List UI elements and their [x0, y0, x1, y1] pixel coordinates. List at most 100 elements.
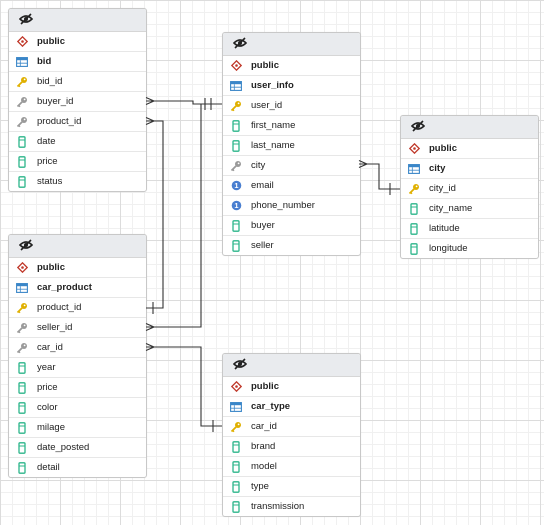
column-row[interactable]: seller — [223, 236, 360, 255]
svg-text:1: 1 — [234, 181, 238, 190]
column-row[interactable]: car_id — [223, 417, 360, 437]
hide-table-button[interactable] — [14, 237, 38, 255]
column-name: product_id — [37, 302, 82, 313]
column-row[interactable]: buyer — [223, 216, 360, 236]
table-icon — [230, 401, 242, 413]
eye-slash-icon — [232, 357, 248, 373]
schema-icon — [16, 36, 28, 48]
table-name-row: user_info — [223, 76, 360, 96]
column-row[interactable]: buyer_id — [9, 92, 146, 112]
column-icon — [16, 421, 28, 434]
column-row[interactable]: longitude — [401, 239, 538, 258]
foreign-key-icon — [16, 116, 28, 128]
schema-row: public — [223, 56, 360, 76]
column-name: bid_id — [37, 76, 63, 87]
column-row[interactable]: date — [9, 132, 146, 152]
hide-table-button[interactable] — [228, 35, 252, 53]
hide-table-button[interactable] — [14, 11, 38, 29]
column-name: phone_number — [251, 200, 315, 211]
column-row[interactable]: color — [9, 398, 146, 418]
schema-name: public — [429, 143, 457, 154]
column-icon — [16, 401, 28, 414]
primary-key-icon — [408, 183, 420, 195]
column-name: car_id — [37, 342, 63, 353]
column-row[interactable]: brand — [223, 437, 360, 457]
column-row[interactable]: city_name — [401, 199, 538, 219]
primary-key-icon — [16, 76, 28, 88]
column-name: color — [37, 402, 58, 413]
table-name-row: city — [401, 159, 538, 179]
column-row[interactable]: milage — [9, 418, 146, 438]
table-name-row: bid — [9, 52, 146, 72]
column-row[interactable]: model — [223, 457, 360, 477]
column-name: status — [37, 176, 63, 187]
column-row[interactable]: car_id — [9, 338, 146, 358]
column-row[interactable]: date_posted — [9, 438, 146, 458]
table-name: user_info — [251, 80, 294, 91]
table-name-row: car_type — [223, 397, 360, 417]
column-name: car_id — [251, 421, 277, 432]
column-row[interactable]: first_name — [223, 116, 360, 136]
column-row[interactable]: 1 phone_number — [223, 196, 360, 216]
column-row[interactable]: price — [9, 152, 146, 172]
hide-table-button[interactable] — [406, 118, 430, 136]
table-header — [223, 354, 360, 377]
foreign-key-icon — [16, 322, 28, 334]
relation-user-city — [359, 163, 400, 190]
column-icon — [230, 239, 242, 252]
column-name: model — [251, 461, 277, 472]
column-name: price — [37, 382, 58, 393]
column-icon — [230, 500, 242, 513]
crows-foot-marker — [145, 96, 156, 106]
column-row[interactable]: city_id — [401, 179, 538, 199]
column-row[interactable]: year — [9, 358, 146, 378]
schema-icon — [16, 262, 28, 274]
column-name: product_id — [37, 116, 82, 127]
crows-foot-marker — [145, 322, 156, 332]
column-icon — [230, 440, 242, 453]
column-row[interactable]: detail — [9, 458, 146, 477]
column-row[interactable]: status — [9, 172, 146, 191]
schema-row: public — [401, 139, 538, 159]
column-icon — [16, 461, 28, 474]
column-row[interactable]: transmission — [223, 497, 360, 516]
column-icon — [230, 480, 242, 493]
column-row[interactable]: 1 email — [223, 176, 360, 196]
column-name: latitude — [429, 223, 460, 234]
table-header — [9, 235, 146, 258]
column-icon — [16, 361, 28, 374]
table-car-product[interactable]: public car_product product_id seller_id … — [8, 234, 147, 478]
column-name: city — [251, 160, 266, 171]
column-name: type — [251, 481, 269, 492]
column-row[interactable]: price — [9, 378, 146, 398]
table-header — [9, 9, 146, 32]
table-car-type[interactable]: public car_type car_id brand model type … — [222, 353, 361, 517]
primary-key-icon — [230, 421, 242, 433]
column-row[interactable]: bid_id — [9, 72, 146, 92]
table-header — [401, 116, 538, 139]
column-row[interactable]: product_id — [9, 298, 146, 318]
schema-row: public — [223, 377, 360, 397]
column-row[interactable]: type — [223, 477, 360, 497]
relation-seller-user — [146, 104, 202, 328]
column-row[interactable]: latitude — [401, 219, 538, 239]
table-city[interactable]: public city city_id city_name latitude l… — [400, 115, 539, 259]
schema-icon — [230, 381, 242, 393]
primary-key-icon — [16, 302, 28, 314]
column-row[interactable]: user_id — [223, 96, 360, 116]
column-row[interactable]: city — [223, 156, 360, 176]
table-name: car_type — [251, 401, 291, 412]
column-name: year — [37, 362, 56, 373]
table-user-info[interactable]: public user_info user_id first_name last… — [222, 32, 361, 256]
column-row[interactable]: product_id — [9, 112, 146, 132]
column-row[interactable]: seller_id — [9, 318, 146, 338]
column-name: city_id — [429, 183, 456, 194]
column-icon — [230, 219, 242, 232]
table-name: bid — [37, 56, 52, 67]
column-icon — [408, 222, 420, 235]
table-bid[interactable]: public bid bid_id buyer_id product_id da… — [8, 8, 147, 192]
schema-name: public — [37, 36, 65, 47]
column-row[interactable]: last_name — [223, 136, 360, 156]
column-icon — [16, 441, 28, 454]
hide-table-button[interactable] — [228, 356, 252, 374]
